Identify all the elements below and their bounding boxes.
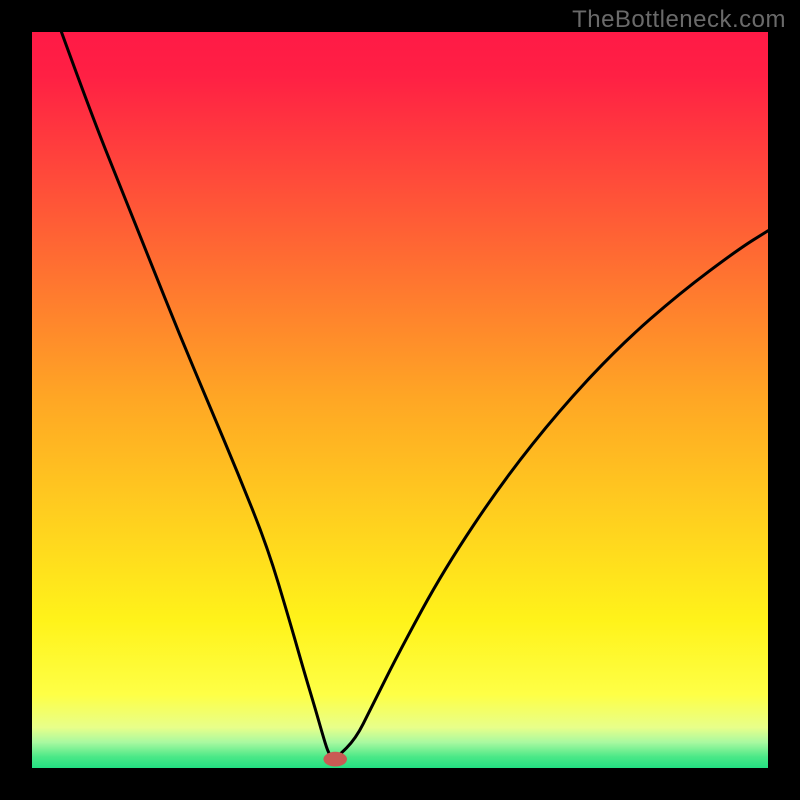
chart-plot-area	[32, 32, 768, 768]
watermark-text: TheBottleneck.com	[572, 6, 786, 34]
gradient-background	[32, 32, 768, 768]
optimal-point-marker	[323, 752, 347, 767]
chart-svg	[32, 32, 768, 768]
chart-frame: TheBottleneck.com	[0, 0, 800, 800]
